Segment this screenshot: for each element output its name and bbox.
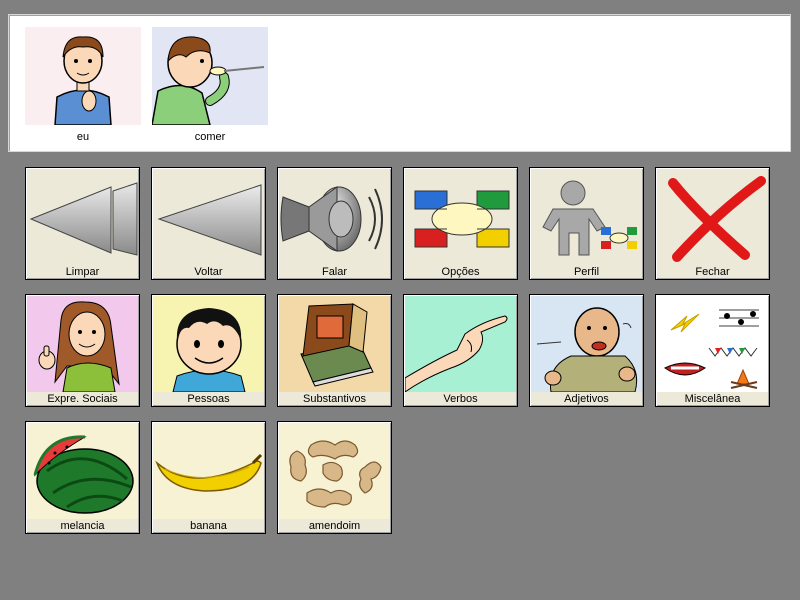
rewind-icon (27, 169, 138, 265)
category-label: Verbos (443, 393, 478, 405)
item-watermelon[interactable]: melancia (25, 421, 140, 534)
speaker-icon (279, 169, 390, 265)
profile-icon (531, 169, 642, 265)
close-button-label: Fechar (695, 266, 730, 278)
category-social-expressions[interactable]: Expre. Sociais (25, 294, 140, 407)
category-nouns[interactable]: Substantivos (277, 294, 392, 407)
sentence-item-label: comer (194, 131, 226, 143)
sentence-item-eu[interactable]: eu (25, 27, 141, 147)
peanuts-icon (279, 423, 390, 519)
close-button[interactable]: Fechar (655, 167, 770, 280)
profile-button[interactable]: Perfil (529, 167, 644, 280)
boy-face-icon (153, 296, 264, 392)
book-icon (279, 296, 390, 392)
category-miscellaneous[interactable]: Miscelânea (655, 294, 770, 407)
sentence-item-comer[interactable]: comer (151, 27, 268, 147)
profile-button-label: Perfil (573, 266, 600, 278)
tired-man-icon (531, 296, 642, 392)
category-label: Adjetivos (564, 393, 609, 405)
item-label: melancia (60, 520, 105, 532)
item-label: banana (190, 520, 227, 532)
options-button[interactable]: Opções (403, 167, 518, 280)
boy-eating-spoon-icon (151, 27, 268, 126)
back-button[interactable]: Voltar (151, 167, 266, 280)
close-x-icon (657, 169, 768, 265)
category-people[interactable]: Pessoas (151, 294, 266, 407)
pointing-hand-icon (405, 296, 516, 392)
back-arrow-icon (153, 169, 264, 265)
boy-pointing-self-icon (25, 27, 141, 126)
category-label: Pessoas (187, 393, 230, 405)
clear-button-label: Limpar (65, 266, 100, 278)
misc-collage-icon (657, 296, 768, 392)
category-adjectives[interactable]: Adjetivos (529, 294, 644, 407)
category-label: Miscelânea (684, 393, 741, 405)
thumbs-up-girl-icon (27, 296, 138, 392)
category-label: Expre. Sociais (47, 393, 118, 405)
sentence-item-label: eu (76, 131, 90, 143)
sentence-bar[interactable]: eu comer (8, 14, 791, 152)
watermelon-icon (27, 423, 138, 519)
item-banana[interactable]: banana (151, 421, 266, 534)
category-label: Substantivos (303, 393, 366, 405)
clear-button[interactable]: Limpar (25, 167, 140, 280)
speak-button[interactable]: Falar (277, 167, 392, 280)
options-button-label: Opções (441, 266, 480, 278)
options-icon (405, 169, 516, 265)
banana-icon (153, 423, 264, 519)
back-button-label: Voltar (194, 266, 223, 278)
item-label: amendoim (308, 520, 361, 532)
category-verbs[interactable]: Verbos (403, 294, 518, 407)
item-peanut[interactable]: amendoim (277, 421, 392, 534)
speak-button-label: Falar (321, 266, 348, 278)
